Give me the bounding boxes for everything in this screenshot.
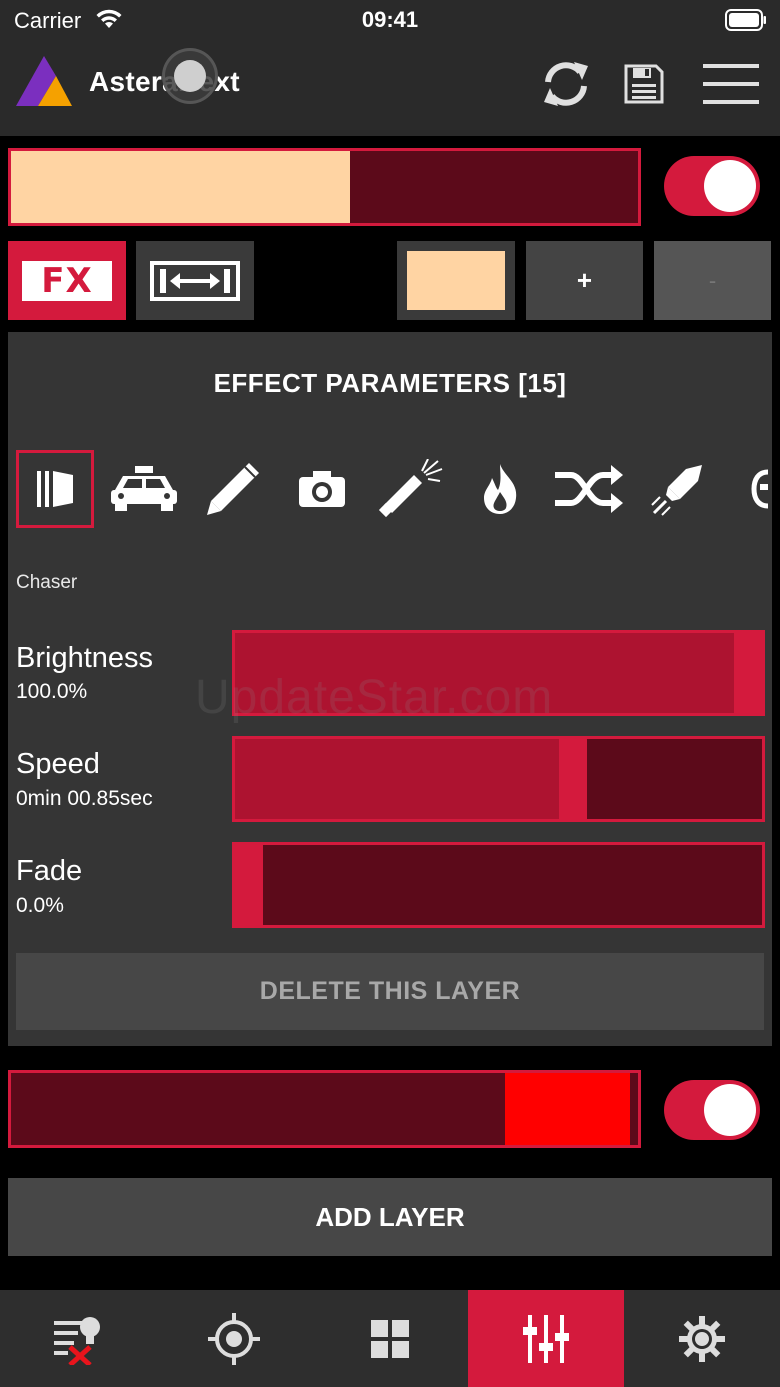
touch-indicator	[162, 48, 218, 104]
speed-value: 0min 00.85sec	[16, 787, 153, 810]
width-button[interactable]	[136, 241, 254, 320]
fade-value: 0.0%	[16, 894, 64, 917]
status-bar: Carrier 09:41	[0, 0, 780, 40]
sync-icon	[544, 62, 588, 106]
tab-bar	[0, 1290, 780, 1387]
speed-slider[interactable]	[232, 736, 765, 822]
brightness-label: Brightness	[16, 642, 154, 674]
effect-pencil[interactable]	[194, 450, 272, 528]
add-color-button[interactable]: +	[526, 241, 643, 320]
fire-icon	[484, 464, 517, 514]
settings-gear-icon	[679, 1315, 725, 1362]
sync-button[interactable]	[534, 54, 598, 114]
effect-welding[interactable]	[372, 450, 450, 528]
battery-icon	[725, 9, 766, 31]
menu-button[interactable]	[698, 54, 764, 114]
speed-label: Speed	[16, 748, 100, 780]
fx-button[interactable]: FX	[8, 241, 126, 320]
layer-1-fill	[11, 151, 350, 223]
brightness-slider-fill	[235, 633, 748, 713]
hamburger-menu-icon	[703, 64, 759, 104]
effect-firework[interactable]	[639, 450, 717, 528]
shuffle-icon	[555, 465, 623, 513]
tab-mixer[interactable]	[468, 1290, 624, 1387]
fade-slider-thumb[interactable]	[235, 845, 263, 925]
layer-2-level-bar[interactable]	[8, 1070, 641, 1148]
save-icon	[624, 64, 664, 104]
remove-color-button[interactable]: -	[654, 241, 771, 320]
fixture-list-icon	[54, 1316, 100, 1365]
effect-parameters-panel: EFFECT PARAMETERS [15] Chaser Brightness…	[8, 332, 772, 1046]
effect-shuffle[interactable]	[550, 450, 628, 528]
pencil-icon	[207, 463, 259, 515]
firework-rocket-icon	[651, 465, 702, 516]
tab-target[interactable]	[156, 1290, 312, 1387]
toggle-knob	[704, 160, 756, 212]
astera-logo-icon	[16, 56, 72, 106]
selected-effect-name: Chaser	[16, 572, 78, 593]
chaser-icon	[37, 471, 73, 507]
app-header: AsteraNext	[0, 40, 780, 136]
effect-fire[interactable]	[461, 450, 539, 528]
effect-police[interactable]	[105, 450, 183, 528]
effects-row	[8, 450, 772, 530]
layer-2-toggle[interactable]	[664, 1080, 760, 1140]
tab-fixtures[interactable]	[0, 1290, 156, 1387]
tab-grid[interactable]	[312, 1290, 468, 1387]
clock: 09:41	[361, 7, 419, 32]
effect-chaser[interactable]	[16, 450, 94, 528]
welding-torch-icon	[378, 459, 443, 518]
camera-icon	[299, 471, 345, 507]
brightness-value: 100.0%	[16, 680, 88, 703]
fade-label: Fade	[16, 855, 83, 887]
speed-slider-fill	[235, 739, 574, 819]
layer-2-fill	[504, 1073, 630, 1145]
effect-camera[interactable]	[283, 450, 361, 528]
brightness-slider[interactable]	[232, 630, 765, 716]
more-effects-icon	[751, 469, 769, 509]
panel-title: EFFECT PARAMETERS [15]	[213, 368, 567, 398]
layer-1-level-bar[interactable]	[8, 148, 641, 226]
police-car-icon	[111, 466, 177, 511]
grid-icon	[371, 1319, 409, 1358]
mixer-sliders-icon	[523, 1314, 569, 1363]
save-button[interactable]	[612, 54, 676, 114]
layer-1-toggle[interactable]	[664, 156, 760, 216]
fade-slider[interactable]	[232, 842, 765, 928]
expand-width-icon	[150, 260, 240, 301]
effect-more[interactable]	[728, 450, 772, 528]
toggle-knob	[704, 1084, 756, 1136]
color-swatch	[407, 251, 505, 310]
speed-slider-thumb[interactable]	[559, 739, 588, 819]
target-icon	[208, 1312, 260, 1365]
brightness-slider-thumb[interactable]	[734, 633, 762, 713]
add-layer-button[interactable]: ADD LAYER	[8, 1178, 772, 1256]
delete-layer-button[interactable]: DELETE THIS LAYER	[16, 953, 764, 1030]
fx-label: FX	[22, 260, 112, 301]
tab-settings[interactable]	[624, 1290, 780, 1387]
color-swatch-button[interactable]	[397, 241, 515, 320]
